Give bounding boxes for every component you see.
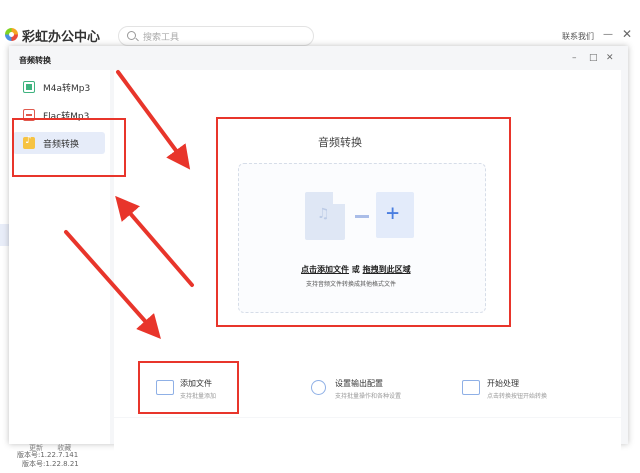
sidebar-item-m4a-to-mp3[interactable]: M4a转Mp3 [13,76,105,98]
action-title: 设置输出配置 [335,379,383,388]
settings-icon [311,380,326,395]
window-minimize-button[interactable]: — [603,29,613,40]
dialog-minimize-button[interactable]: – [572,53,577,63]
dialog-maximize-button[interactable]: □ [589,53,598,63]
search-input[interactable]: 搜索工具 [118,26,314,46]
search-icon [127,31,136,40]
annotation-box-sidebar [12,118,126,177]
annotation-box-add-file [138,361,239,414]
annotation-box-dropzone [216,117,511,327]
dialog-title: 音频转换 [19,56,51,65]
background-version-label: 版本号:1.22.8.21 [22,460,79,468]
dialog-close-button[interactable]: ✕ [606,53,614,63]
window-close-button[interactable]: ✕ [622,27,632,41]
m4a-file-icon [23,81,35,93]
sidebar-item-label: M4a转Mp3 [43,84,91,94]
action-bar [114,418,621,468]
app-header: 彩虹办公中心 搜索工具 联系我们 — ✕ [0,0,640,46]
action-subtitle: 支持批量操作和各种设置 [335,393,402,400]
action-subtitle: 点击转换按钮开始转换 [487,393,548,400]
app-title: 彩虹办公中心 [22,30,101,45]
search-placeholder: 搜索工具 [143,33,180,43]
version-label: 版本号:1.22.7.141 [17,451,79,459]
action-title: 开始处理 [487,379,519,388]
contact-us-link[interactable]: 联系我们 [562,31,594,42]
rainbow-logo-icon [5,28,18,41]
convert-icon [462,380,480,395]
